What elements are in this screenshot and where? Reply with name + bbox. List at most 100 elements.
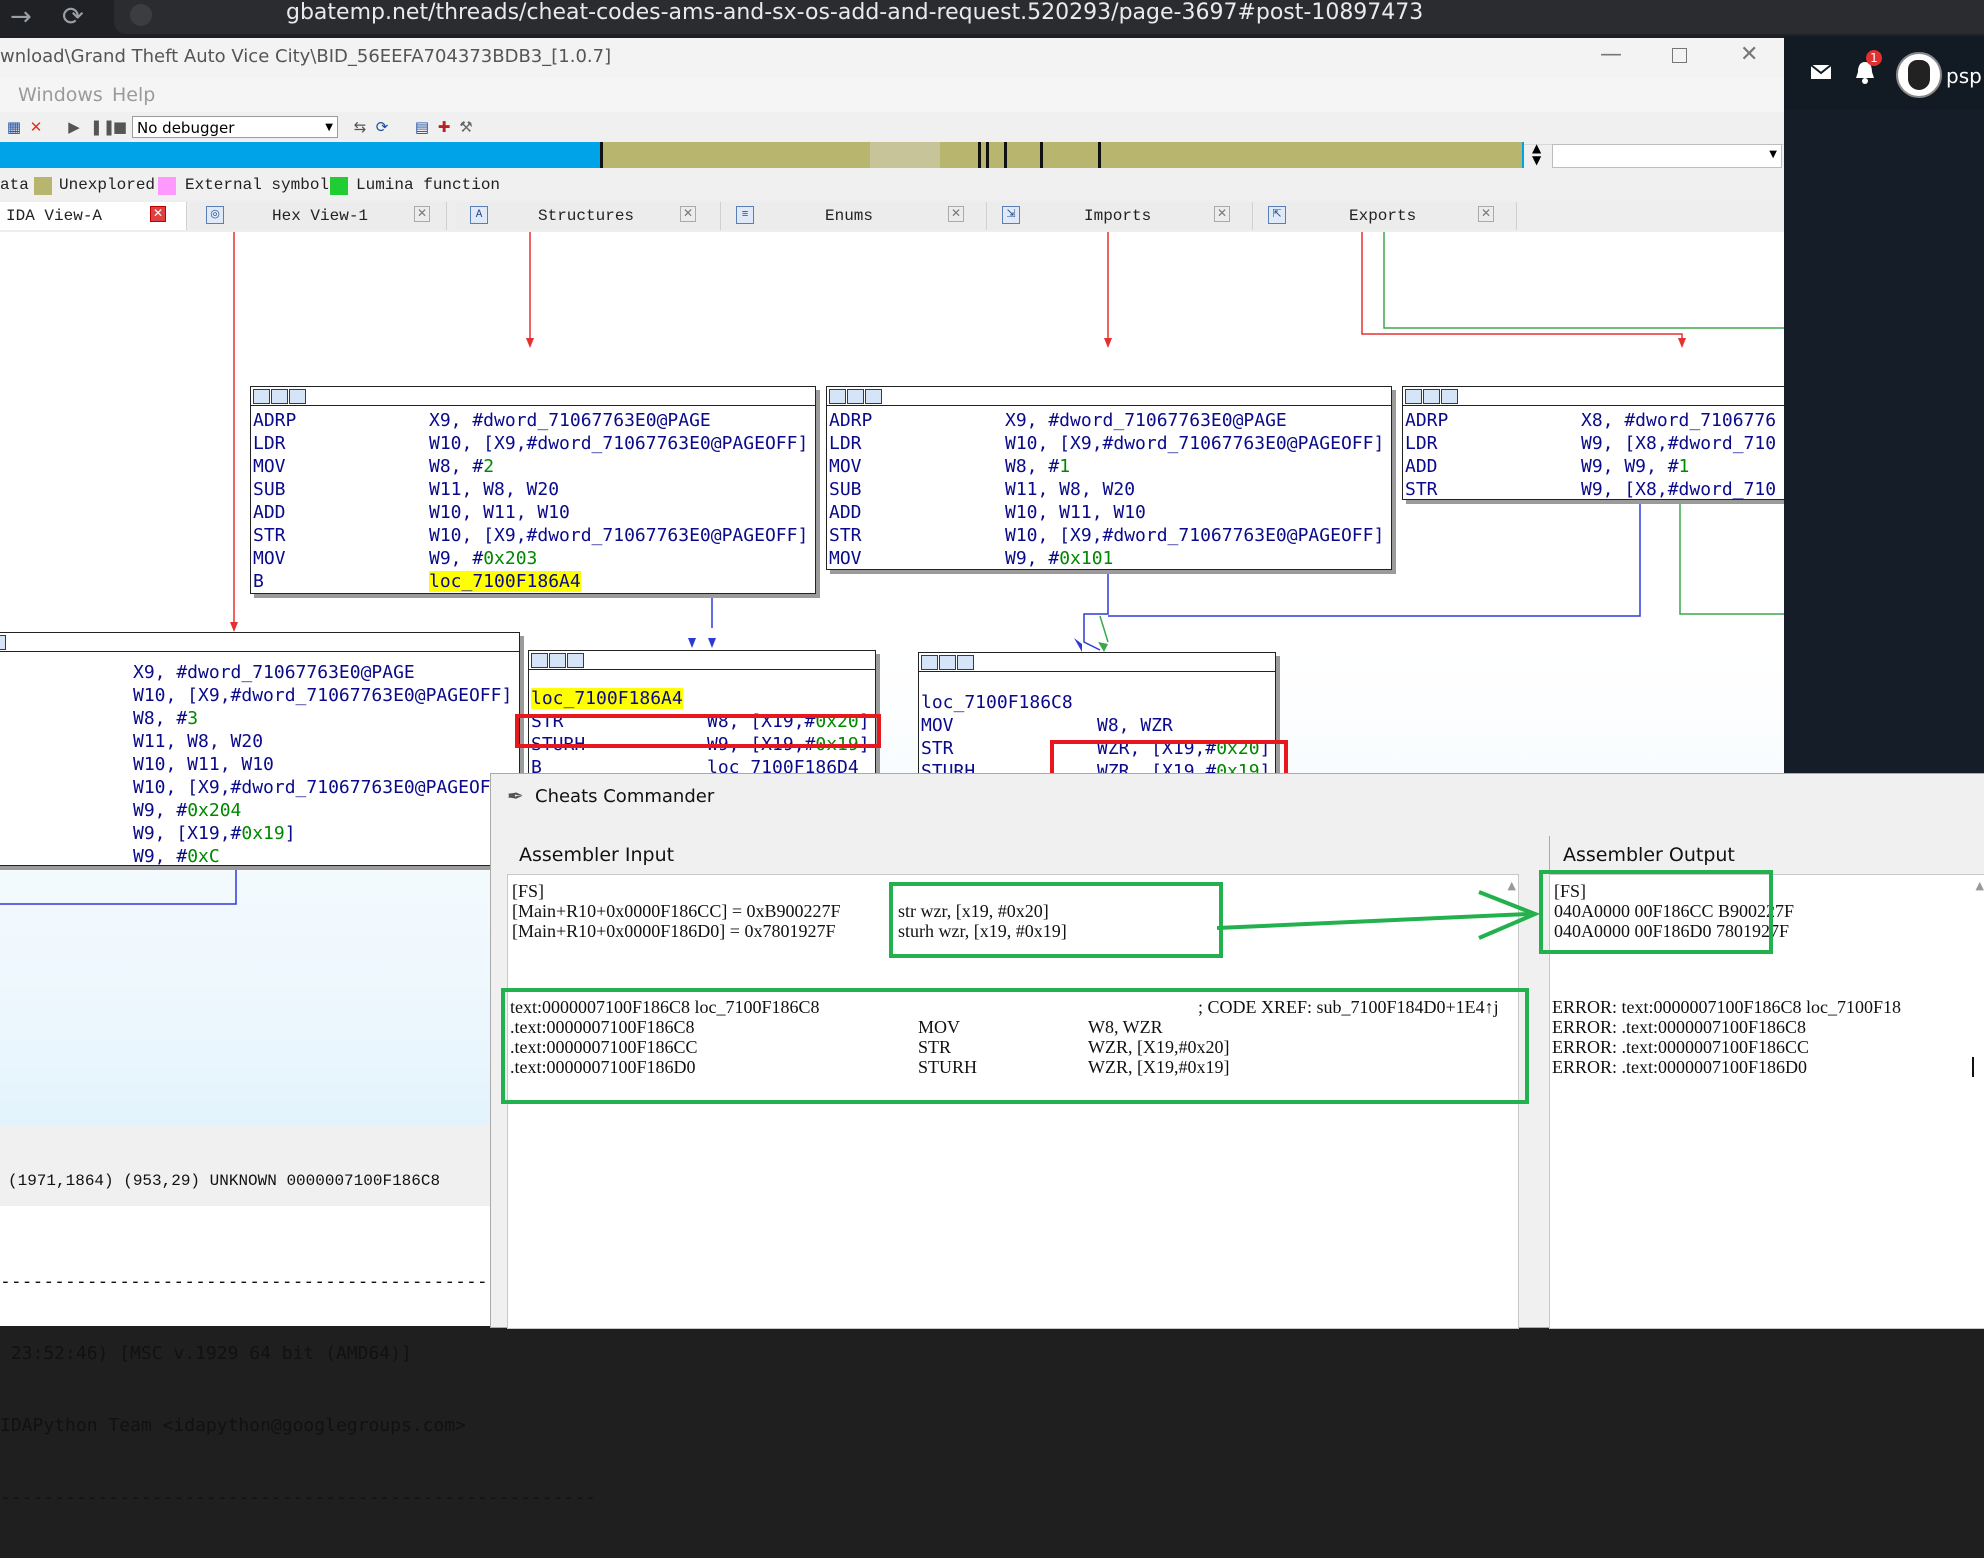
site-info-icon[interactable] [130,4,152,26]
asm-row[interactable]: MOV W8, #2 [253,455,494,478]
graph-node-4[interactable]: X9, #dword_71067763E0@PAGE W10, [X9,#dwor… [0,632,520,867]
asm-operands: W9, [X8,#dword_710 [1581,478,1776,501]
maximize-icon[interactable] [1672,44,1687,69]
address-bar[interactable]: gbatemp.net/threads/cheat-codes-ams-and-… [114,0,1984,34]
navigation-band[interactable] [0,142,1524,168]
close-icon[interactable]: ✕ [1740,42,1758,67]
asm-mnemonic: LDR [253,433,286,454]
asm-row[interactable]: SUB W11, W8, W20 [253,478,559,501]
asm-operand-text: W9, [X8,#dword_710 [1581,433,1777,454]
url-text[interactable]: gbatemp.net/threads/cheat-codes-ams-and-… [286,0,1423,25]
asm-row[interactable]: MOV W8, WZR [921,714,1173,737]
menu-help[interactable]: Help [112,84,155,106]
tab-label: Hex View-1 [272,207,369,225]
annotation-arrow [1217,890,1541,940]
asm-operands: loc_7100F186A4 [429,570,581,593]
asm-operands: X8, #dword_7106776 [1581,409,1776,432]
tab-label: Enums [825,207,874,225]
asm-mnemonic: MOV [253,456,286,477]
asm-operand-text: W9, # [133,846,188,867]
graph-node-2[interactable]: ADRP X9, #dword_71067763E0@PAGE LDR W10, [X… [826,386,1392,570]
asm-location-label[interactable]: loc_7100F186A4 [531,687,683,710]
asm-operand-text: W10, [X9,#dword_71067763E0@PAGEOFF] [1005,433,1385,454]
asm-operands: W11, W8, W20 [1005,478,1135,501]
asm-row[interactable]: STR W10, [X9,#dword_71067763E0@PAGEOFF] [253,524,808,547]
asm-operand-text: W11, W8, W20 [429,479,560,500]
asm-row[interactable]: ADRP X9, #dword_71067763E0@PAGE [829,409,1287,432]
nav-arrows-icon[interactable]: ▲ ▼ [1532,142,1541,166]
tab-close-icon[interactable]: ✕ [150,206,166,222]
reload-icon[interactable]: ⟳ [62,2,84,32]
asm-operands: W11, W8, W20 [133,730,263,753]
asm-row[interactable]: ADRP X8, #dword_7106776 [1405,409,1776,432]
asm-row[interactable]: ADD W9, W9, #1 [1405,455,1689,478]
toolbar-graph-icon[interactable]: ▦ [6,119,22,135]
play-icon[interactable]: ▶ [66,119,82,135]
tab-ida-view-a[interactable]: IDA View-A ✕ [0,202,187,230]
asm-operands: W10, [X9,#dword_71067763E0@PAGEOFF] [429,432,808,455]
minimize-icon[interactable]: — [1600,42,1622,67]
username[interactable]: psp [1946,64,1982,88]
asm-row[interactable]: Bloc_7100F186A4 [253,570,581,593]
chevron-down-icon: ▼ [1769,149,1777,160]
window-title: Cheats Commander [535,786,715,807]
asm-row[interactable]: ADD W10, W11, W10 [829,501,1146,524]
asm-row[interactable]: STR W10, [X9,#dword_71067763E0@PAGEOFF] [829,524,1384,547]
tools-icon[interactable]: ⚒ [458,119,474,135]
asm-operand-text: W8, # [429,456,484,477]
asm-row[interactable]: LDR W9, [X8,#dword_710 [1405,432,1776,455]
asm-row[interactable]: STR WZR, [X19,#0x20] [921,737,1270,760]
cheats-commander-window: ✒ Cheats Commander Assembler Input Assem… [490,773,1984,1329]
tab-close-icon[interactable]: ✕ [414,206,430,222]
avatar[interactable] [1896,52,1942,98]
asm-row[interactable]: SUB W11, W8, W20 [829,478,1135,501]
asm-mnemonic: MOV [829,456,862,477]
forward-icon[interactable]: → [10,2,32,32]
menu-windows[interactable]: Windows [18,84,103,106]
tab-hex-view[interactable]: ◎ Hex View-1 ✕ [190,202,447,230]
asm-row[interactable]: MOV W9, #0x101 [829,547,1113,570]
asm-row[interactable]: LDR W10, [X9,#dword_71067763E0@PAGEOFF] [253,432,808,455]
graph-node-3[interactable]: ADRP X8, #dword_7106776 LDR W9, [X8,#dword_… [1402,386,1784,500]
stop-icon[interactable]: ■ [112,119,128,135]
debugger-select[interactable]: No debugger ▼ [132,116,338,138]
asm-row[interactable]: ADRP X9, #dword_71067763E0@PAGE [253,409,711,432]
tab-imports[interactable]: ⇲ Imports ✕ [988,202,1253,230]
attach-icon[interactable]: ⇆ [352,119,368,135]
asm-mnemonic: ADRP [253,410,297,431]
asm-row[interactable]: LDR W10, [X9,#dword_71067763E0@PAGEOFF] [829,432,1384,455]
graph-node-1[interactable]: ADRP X9, #dword_71067763E0@PAGE LDR W10, [X… [250,386,816,594]
asm-row[interactable]: ADD W10, W11, W10 [253,501,570,524]
tab-close-icon[interactable]: ✕ [680,206,696,222]
output-window[interactable]: ----------------------------------------… [0,1206,596,1508]
tab-enums[interactable]: ≡ Enums ✕ [722,202,987,230]
nav-combobox[interactable]: ▼ [1552,144,1782,168]
asm-mnemonic: MOV [253,548,286,569]
tab-close-icon[interactable]: ✕ [1214,206,1230,222]
tab-exports[interactable]: ⇱ Exports ✕ [1254,202,1517,230]
tab-close-icon[interactable]: ✕ [948,206,964,222]
legend-swatch-unexplored [34,177,52,195]
asm-label-ref[interactable]: loc_7100F186A4 [429,571,581,592]
breakpoints-icon[interactable]: ▤ [414,119,430,135]
asm-mnemonic: LDR [1405,433,1438,454]
pause-icon[interactable]: ❚❚ [90,119,115,135]
scroll-up-icon[interactable]: ▲ [1976,879,1984,892]
tab-close-icon[interactable]: ✕ [1478,206,1494,222]
asm-mnemonic: ADD [829,502,862,523]
asm-row[interactable]: MOV W8, #1 [829,455,1070,478]
asm-row[interactable]: STR W9, [X8,#dword_710 [1405,478,1776,501]
asm-operand-text: W9, W9, # [1581,456,1679,477]
asm-operand-text: W10, [X9,#dword_71067763E0@PAGEOFF] [133,685,513,706]
asm-mnemonic: STR [921,738,954,759]
refresh-icon[interactable]: ⟳ [374,119,390,135]
input-line: [FS] [512,881,545,901]
tracing-icon[interactable]: ✚ [436,119,452,135]
tab-structures[interactable]: A Structures ✕ [456,202,721,230]
legend-swatch-lumina [330,177,348,195]
error-line: ERROR: .text:0000007100F186C8 [1552,1017,1807,1037]
toolbar-delete-icon[interactable]: ✕ [28,119,44,135]
asm-row[interactable]: MOV W9, #0x203 [253,547,537,570]
mail-icon[interactable] [1810,64,1832,80]
asm-location-label[interactable]: loc_7100F186C8 [921,691,1073,714]
